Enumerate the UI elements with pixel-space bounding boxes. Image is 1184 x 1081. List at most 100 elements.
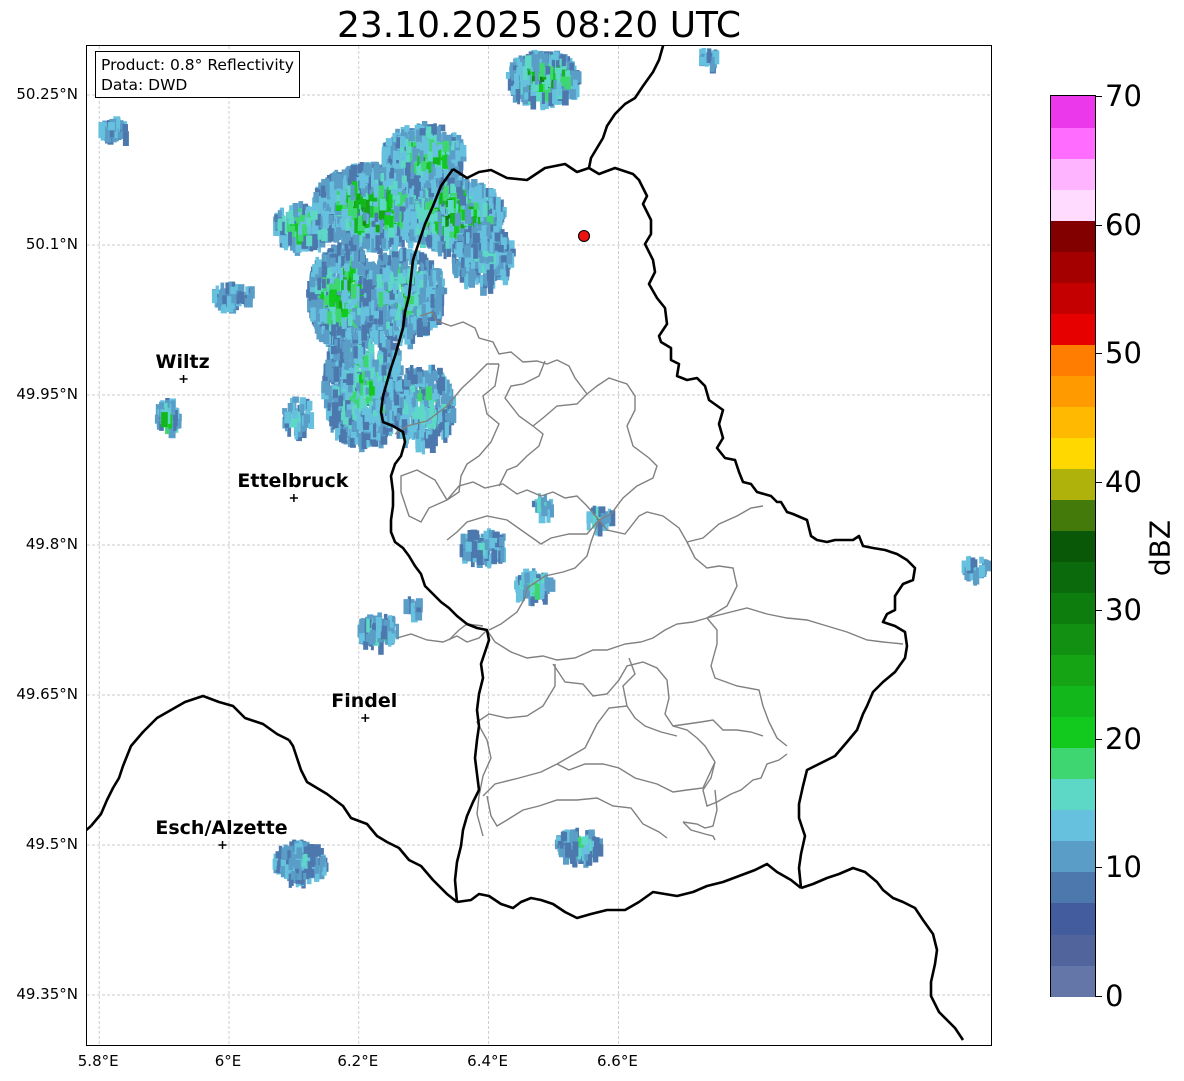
radar-echo-cell xyxy=(335,308,342,323)
radar-echo-cell xyxy=(487,269,492,281)
radar-echo-cell xyxy=(380,173,384,182)
radar-echo-cell xyxy=(381,365,387,376)
radar-echo-cell xyxy=(455,140,460,148)
radar-echo-cell xyxy=(307,225,312,235)
radar-echo-cell xyxy=(381,335,386,348)
radar-echo-cell xyxy=(352,390,357,399)
radar-map[interactable] xyxy=(86,45,992,1046)
radar-echo-cell xyxy=(328,228,334,242)
radar-echo-cell xyxy=(298,202,303,209)
radar-echo-cell xyxy=(383,270,390,282)
radar-echo-cell xyxy=(373,311,380,319)
radar-echo-cell xyxy=(363,238,370,249)
radar-echo-cell xyxy=(402,269,406,277)
radar-echo-cell xyxy=(421,440,425,455)
radar-echo-cell xyxy=(316,313,320,322)
radar-echo-cell xyxy=(344,263,350,272)
radar-echo-cell xyxy=(356,416,363,430)
radar-echo-cell xyxy=(336,176,342,183)
radar-echo-cell xyxy=(432,270,437,282)
radar-echo-cell xyxy=(400,136,406,147)
radar-echo-cell xyxy=(481,236,488,251)
radar-echo-cell xyxy=(363,212,368,221)
radar-echo-cell xyxy=(354,437,359,445)
radar-echo-cell xyxy=(469,187,476,197)
radar-echo-cell xyxy=(429,437,436,453)
radar-echo-cell xyxy=(372,359,379,367)
radar-echo-cell xyxy=(343,279,348,295)
radar-echo-cell xyxy=(489,239,494,253)
radar-echo-cell xyxy=(524,55,532,69)
radar-echo-cell xyxy=(419,287,426,303)
radar-echo-cell xyxy=(437,276,442,290)
radar-echo-cell xyxy=(309,276,316,288)
radar-echo-cell xyxy=(360,250,366,263)
radar-echo-cell xyxy=(488,188,496,197)
radar-echo-cell xyxy=(379,210,383,220)
radar-echo-cell xyxy=(482,202,488,217)
radar-echo-cell xyxy=(354,408,359,416)
radar-echo-cell xyxy=(539,63,545,77)
radar-echo-cell xyxy=(410,211,417,228)
radar-echo-cell xyxy=(406,146,412,153)
radar-echo-cell xyxy=(394,235,399,245)
radar-echo-cell xyxy=(352,332,358,340)
radar-echo-cell xyxy=(357,163,362,174)
radar-echo-cell xyxy=(320,308,328,322)
radar-echo-cell xyxy=(397,172,402,189)
radar-echo-cell xyxy=(361,324,367,341)
map-canvas[interactable] xyxy=(87,46,992,1046)
radar-echo-cell xyxy=(496,212,504,220)
radar-echo-cell xyxy=(374,164,381,180)
radar-echo-cell xyxy=(426,126,432,137)
radar-echo-cell xyxy=(403,389,410,396)
radar-echo-cell xyxy=(495,196,501,213)
radar-echo-cell xyxy=(350,184,355,201)
radar-echo-cell xyxy=(347,314,353,327)
radar-echo-cell xyxy=(340,248,345,256)
radar-echo-cell xyxy=(347,232,351,241)
radar-echo-cell xyxy=(314,323,320,334)
radar-echo-cell xyxy=(357,307,361,316)
radar-echo-cell xyxy=(496,266,501,275)
radar-echo-cell xyxy=(317,277,321,291)
radar-echo-cell xyxy=(375,235,380,251)
page-title: 23.10.2025 08:20 UTC xyxy=(336,5,742,46)
radar-echo-cell xyxy=(356,286,360,301)
radar-echo-cell xyxy=(345,222,350,231)
radar-echo-cell xyxy=(353,346,358,359)
radar-echo-cell xyxy=(341,209,348,217)
radar-echo-cell xyxy=(441,216,446,227)
radar-echo-cell xyxy=(321,261,327,278)
radar-echo-cell xyxy=(457,234,463,241)
radar-echo-cell xyxy=(329,181,335,198)
radar-echo-cell xyxy=(343,175,347,184)
radar-echo-cell xyxy=(359,347,364,357)
radar-echo-cell xyxy=(338,395,343,407)
radar-echo-cell xyxy=(370,206,374,218)
radar-echo-cell xyxy=(379,218,383,233)
radar-echo-cell xyxy=(433,123,437,135)
radar-echo-cell xyxy=(366,440,370,448)
radar-echo-cell xyxy=(346,327,352,340)
radar-echo-cell xyxy=(416,371,423,384)
radar-echo-cell xyxy=(465,179,469,194)
radar-echo-cell xyxy=(351,421,357,432)
radar-echo-cell xyxy=(375,399,381,412)
radar-echo-cell xyxy=(318,299,324,310)
radar-echo-cell xyxy=(501,270,507,281)
radar-echo-cell xyxy=(331,345,338,355)
radar-echo-cell xyxy=(444,226,450,242)
radar-echo-cell xyxy=(408,131,415,141)
radar-echo-cell xyxy=(564,76,571,90)
radar-echo-cell xyxy=(558,82,562,96)
radar-echo-cell xyxy=(310,210,318,220)
radar-echo-cell xyxy=(389,308,397,317)
radar-echo-cell xyxy=(321,277,326,289)
radar-echo-cell xyxy=(378,184,384,199)
radar-echo-cell xyxy=(532,54,540,70)
radar-echo-cell xyxy=(423,274,427,288)
radar-echo-cell xyxy=(396,413,401,421)
radar-echo-cell xyxy=(372,324,376,338)
radar-echo-cell xyxy=(464,244,471,258)
